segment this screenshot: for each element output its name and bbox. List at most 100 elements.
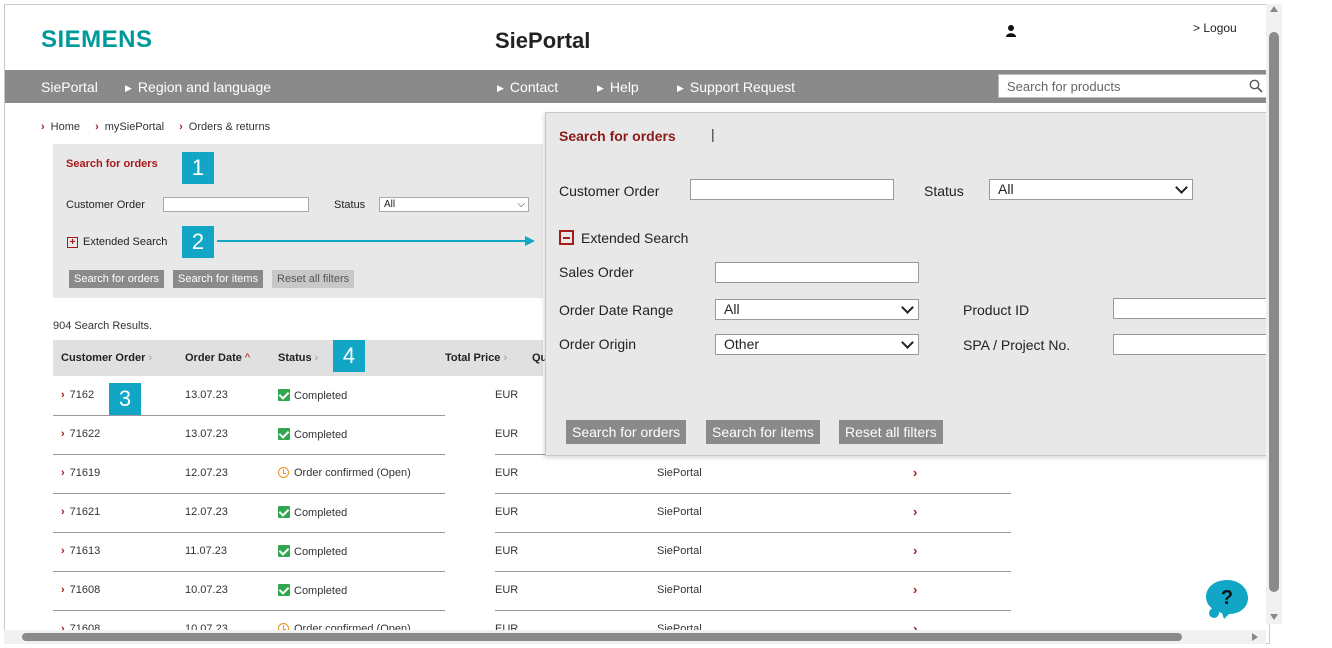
scroll-down-arrow-icon[interactable]: [1270, 614, 1278, 620]
order-status: Completed: [278, 506, 347, 519]
order-origin: SiePortal: [657, 584, 702, 596]
table-row[interactable]: › 71613 11.07.23 Completed EUR SiePortal …: [53, 533, 1013, 572]
order-currency: EUR: [495, 428, 519, 440]
logout-link[interactable]: > Logou: [1193, 21, 1237, 35]
zoom-panel-title: Search for orders: [559, 128, 676, 144]
breadcrumb-home[interactable]: › Home: [41, 121, 80, 133]
spa-project-input[interactable]: [1113, 334, 1269, 355]
scroll-right-arrow-icon[interactable]: [1252, 633, 1258, 641]
row-details-chevron-icon[interactable]: ›: [913, 582, 917, 597]
row-details-chevron-icon[interactable]: ›: [913, 465, 917, 480]
order-status-text: Order confirmed (Open): [294, 467, 411, 479]
search-orders-button[interactable]: Search for orders: [69, 270, 164, 288]
order-status: Order confirmed (Open): [278, 467, 411, 479]
breadcrumb-mysieportal[interactable]: › mySiePortal: [95, 121, 164, 133]
order-number-text: 71621: [69, 506, 101, 518]
nav-item-support-request[interactable]: ▶ Support Request: [677, 79, 795, 95]
search-items-button[interactable]: Search for items: [173, 270, 264, 288]
reset-filters-button[interactable]: Reset all filters: [839, 420, 943, 444]
order-status-text: Completed: [294, 507, 348, 519]
spa-project-label: SPA / Project No.: [963, 337, 1071, 353]
column-total-price[interactable]: Total Price ›: [445, 352, 507, 364]
sort-chevron-icon: ›: [503, 352, 508, 364]
search-orders-button[interactable]: Search for orders: [566, 420, 687, 444]
product-id-input[interactable]: [1113, 298, 1269, 319]
nav-item-sieportal[interactable]: SiePortal: [41, 79, 98, 95]
vertical-scroll-thumb[interactable]: [1269, 32, 1279, 592]
nav-item-region-language[interactable]: ▶ Region and language: [125, 79, 271, 95]
callout-arrow-line: [217, 240, 527, 242]
help-chat-icon[interactable]: ?: [1204, 578, 1250, 620]
column-label: Total Price: [445, 352, 501, 364]
order-date-range-select[interactable]: All: [715, 299, 919, 320]
order-number-text: 71613: [69, 545, 101, 557]
arrow-right-icon: [525, 236, 535, 246]
order-origin-label: Order Origin: [559, 336, 637, 352]
breadcrumb-orders-returns[interactable]: › Orders & returns: [179, 121, 270, 133]
results-table-header: Customer Order › Order Date ^ Status › Tota…: [53, 340, 547, 376]
order-date: 13.07.23: [185, 389, 228, 401]
order-number-text: 71619: [69, 467, 101, 479]
product-search: [998, 74, 1268, 98]
row-details-chevron-icon[interactable]: ›: [913, 543, 917, 558]
order-number[interactable]: › 7162: [61, 389, 94, 401]
order-number-text: 71608: [69, 584, 101, 596]
sort-ascending-icon: ^: [244, 352, 251, 364]
row-details-chevron-icon[interactable]: ›: [913, 504, 917, 519]
reset-filters-button[interactable]: Reset all filters: [272, 270, 355, 288]
order-number[interactable]: › 71619: [61, 467, 100, 479]
chevron-right-icon: ›: [61, 467, 65, 479]
customer-order-input[interactable]: [163, 197, 309, 212]
breadcrumb-label: Home: [50, 121, 81, 133]
order-number[interactable]: › 71621: [61, 506, 100, 518]
triangle-right-icon: ▶: [677, 83, 684, 93]
extended-search-toggle[interactable]: Extended Search: [83, 236, 167, 248]
table-row[interactable]: › 71608 10.07.23 Completed EUR SiePortal …: [53, 572, 1013, 611]
completed-check-icon: [278, 506, 290, 518]
column-order-date[interactable]: Order Date ^: [185, 352, 250, 364]
column-customer-order[interactable]: Customer Order ›: [61, 352, 152, 364]
order-status: Completed: [278, 545, 347, 558]
nav-item-help[interactable]: ▶ Help: [597, 79, 639, 95]
chevron-right-icon: ›: [61, 389, 65, 401]
help-question-mark: ?: [1221, 587, 1233, 609]
table-row[interactable]: › 71621 12.07.23 Completed EUR SiePortal …: [53, 494, 1013, 533]
horizontal-scroll-thumb[interactable]: [22, 633, 1182, 641]
main-navigation: SiePortal ▶ Region and language ▶ Contact …: [5, 70, 1269, 103]
title-separator: |: [711, 126, 715, 142]
status-label: Status: [334, 199, 366, 211]
order-date: 10.07.23: [185, 584, 228, 596]
chevron-right-icon: ›: [61, 545, 65, 557]
order-number[interactable]: › 71613: [61, 545, 100, 557]
status-select[interactable]: All: [989, 179, 1193, 200]
vertical-scrollbar[interactable]: [1266, 4, 1282, 624]
status-select-value: All: [384, 199, 396, 210]
chevron-right-icon: ›: [61, 428, 65, 440]
order-number[interactable]: › 71622: [61, 428, 100, 440]
product-search-input[interactable]: [999, 75, 1229, 97]
customer-order-label: Customer Order: [559, 183, 660, 199]
search-items-button[interactable]: Search for items: [706, 420, 820, 444]
nav-item-label: Contact: [509, 79, 559, 95]
table-row[interactable]: › 71619 12.07.23 Order confirmed (Open) E…: [53, 455, 1013, 494]
siemens-logo[interactable]: SIEMENS: [41, 26, 153, 54]
scroll-up-arrow-icon[interactable]: [1270, 6, 1278, 12]
order-origin-select[interactable]: Other: [715, 334, 919, 355]
breadcrumb-label: Orders & returns: [188, 121, 271, 133]
order-date-range-value: All: [724, 301, 740, 317]
status-select[interactable]: All ⌵: [379, 197, 529, 212]
column-status[interactable]: Status ›: [278, 352, 318, 364]
order-number[interactable]: › 71608: [61, 584, 100, 596]
extended-search-toggle[interactable]: Extended Search: [581, 230, 688, 246]
expand-plus-icon[interactable]: +: [67, 237, 78, 248]
order-date: 11.07.23: [185, 545, 228, 557]
collapse-minus-icon[interactable]: [559, 230, 574, 245]
sales-order-input[interactable]: [715, 262, 919, 283]
customer-order-input[interactable]: [690, 179, 894, 200]
nav-item-contact[interactable]: ▶ Contact: [497, 79, 558, 95]
order-date: 12.07.23: [185, 467, 228, 479]
callout-badge-1: 1: [182, 152, 214, 184]
search-icon[interactable]: [1249, 79, 1263, 93]
user-icon[interactable]: [1005, 24, 1017, 38]
horizontal-scrollbar[interactable]: [4, 630, 1266, 644]
